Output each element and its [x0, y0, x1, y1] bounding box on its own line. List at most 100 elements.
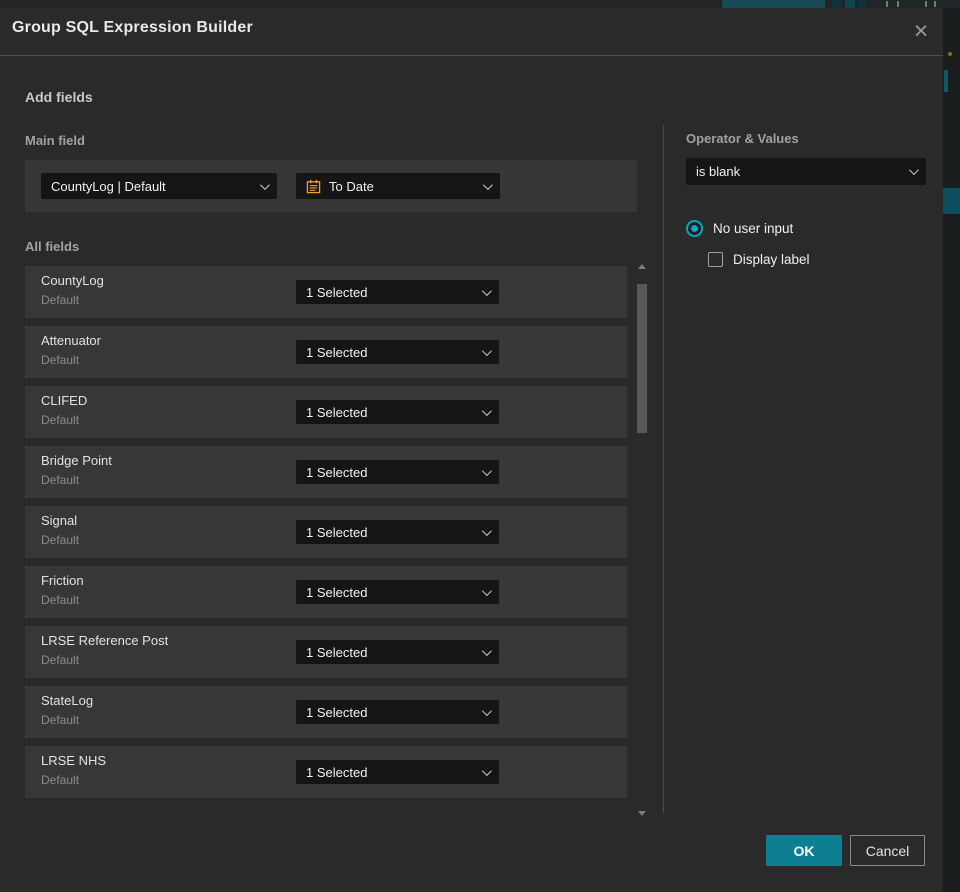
field-subtype: Default	[41, 533, 80, 547]
chevron-down-icon	[259, 179, 270, 190]
field-selected-dropdown[interactable]: 1 Selected	[296, 580, 499, 604]
checkbox-unchecked-icon	[708, 252, 723, 267]
field-subtype: Default	[41, 773, 80, 787]
background-fragment	[832, 0, 842, 8]
field-name: LRSE Reference Post	[41, 633, 169, 648]
field-row: Bridge Point Default 1 Selected	[25, 446, 627, 498]
field-selected-value: 1 Selected	[306, 284, 368, 300]
close-icon[interactable]: ×	[906, 16, 936, 46]
field-selected-value: 1 Selected	[306, 344, 368, 360]
chevron-down-icon	[908, 165, 919, 176]
main-field-label: Main field	[25, 133, 85, 148]
field-selected-value: 1 Selected	[306, 584, 368, 600]
background-right-strip	[943, 8, 960, 892]
field-selected-dropdown[interactable]: 1 Selected	[296, 460, 499, 484]
field-subtype: Default	[41, 293, 80, 307]
cancel-button[interactable]: Cancel	[850, 835, 925, 866]
all-fields-list: CountyLog Default 1 Selected Attenuator …	[25, 266, 627, 806]
group-sql-expression-builder-dialog: Group SQL Expression Builder × Add field…	[0, 8, 943, 892]
dialog-title: Group SQL Expression Builder	[12, 19, 253, 36]
main-field-type-select[interactable]: To Date	[296, 173, 500, 199]
live-view-indicator: Live view	[722, 0, 825, 8]
chevron-down-icon	[481, 525, 492, 536]
field-selected-value: 1 Selected	[306, 644, 368, 660]
list-scrollbar[interactable]	[636, 262, 648, 818]
radio-selected-icon	[686, 220, 703, 237]
background-fragment	[944, 70, 948, 92]
all-fields-label: All fields	[25, 239, 80, 254]
field-name: Attenuator	[41, 333, 101, 348]
scroll-down-icon[interactable]	[638, 811, 646, 816]
field-selected-value: 1 Selected	[306, 524, 368, 540]
field-name: CountyLog	[41, 273, 104, 288]
chevron-down-icon	[481, 345, 492, 356]
field-selected-value: 1 Selected	[306, 464, 368, 480]
field-row: CLIFED Default 1 Selected	[25, 386, 627, 438]
add-fields-heading: Add fields	[25, 89, 93, 105]
live-view-label: Live view	[747, 0, 796, 2]
chevron-down-icon	[481, 285, 492, 296]
field-selected-dropdown[interactable]: 1 Selected	[296, 520, 499, 544]
operator-values-label: Operator & Values	[686, 131, 799, 146]
background-fragment	[897, 1, 899, 7]
chevron-down-icon	[481, 405, 492, 416]
ok-button[interactable]: OK	[766, 835, 842, 866]
operator-select[interactable]: is blank	[686, 158, 926, 185]
field-selected-dropdown[interactable]: 1 Selected	[296, 700, 499, 724]
calendar-icon	[306, 179, 321, 193]
field-row: CountyLog Default 1 Selected	[25, 266, 627, 318]
field-row: Signal Default 1 Selected	[25, 506, 627, 558]
field-row: Friction Default 1 Selected	[25, 566, 627, 618]
background-fragment	[858, 0, 866, 8]
field-subtype: Default	[41, 713, 80, 727]
scrollbar-thumb[interactable]	[637, 284, 647, 433]
field-name: LRSE NHS	[41, 753, 107, 768]
field-name: CLIFED	[41, 393, 88, 408]
main-field-panel: CountyLog | Default To Date	[25, 160, 637, 212]
background-fragment	[934, 1, 936, 7]
field-subtype: Default	[41, 653, 80, 667]
chevron-down-icon	[481, 465, 492, 476]
display-label-text: Display label	[733, 252, 810, 267]
background-fragment	[943, 188, 960, 214]
field-name: Signal	[41, 513, 78, 528]
background-fragment	[925, 1, 927, 7]
field-selected-dropdown[interactable]: 1 Selected	[296, 640, 499, 664]
main-field-type-value: To Date	[329, 178, 374, 194]
chevron-down-icon	[481, 765, 492, 776]
panel-divider	[663, 125, 664, 813]
field-name: StateLog	[41, 693, 94, 708]
field-row: Attenuator Default 1 Selected	[25, 326, 627, 378]
chevron-down-icon	[481, 585, 492, 596]
operator-select-value: is blank	[696, 164, 741, 179]
display-label-checkbox[interactable]: Display label	[708, 252, 810, 267]
main-field-select[interactable]: CountyLog | Default	[41, 173, 277, 199]
no-user-input-radio[interactable]: No user input	[686, 220, 793, 237]
chevron-down-icon	[481, 705, 492, 716]
field-name: Friction	[41, 573, 84, 588]
field-row: StateLog Default 1 Selected	[25, 686, 627, 738]
field-selected-value: 1 Selected	[306, 764, 368, 780]
scroll-up-icon[interactable]	[638, 264, 646, 269]
field-selected-dropdown[interactable]: 1 Selected	[296, 760, 499, 784]
field-selected-value: 1 Selected	[306, 404, 368, 420]
field-subtype: Default	[41, 473, 80, 487]
chevron-down-icon	[481, 645, 492, 656]
no-user-input-label: No user input	[713, 221, 794, 236]
background-fragment	[845, 0, 855, 8]
background-toolbar: Live view	[0, 0, 960, 8]
field-selected-dropdown[interactable]: 1 Selected	[296, 340, 499, 364]
field-subtype: Default	[41, 353, 80, 367]
field-selected-dropdown[interactable]: 1 Selected	[296, 400, 499, 424]
title-divider	[0, 55, 943, 56]
background-fragment	[948, 52, 952, 56]
field-subtype: Default	[41, 413, 80, 427]
main-field-select-value: CountyLog | Default	[51, 178, 166, 194]
field-selected-value: 1 Selected	[306, 704, 368, 720]
field-subtype: Default	[41, 593, 80, 607]
field-selected-dropdown[interactable]: 1 Selected	[296, 280, 499, 304]
field-name: Bridge Point	[41, 453, 112, 468]
background-fragment	[886, 1, 888, 7]
chevron-down-icon	[482, 179, 493, 190]
field-row: LRSE NHS Default 1 Selected	[25, 746, 627, 798]
